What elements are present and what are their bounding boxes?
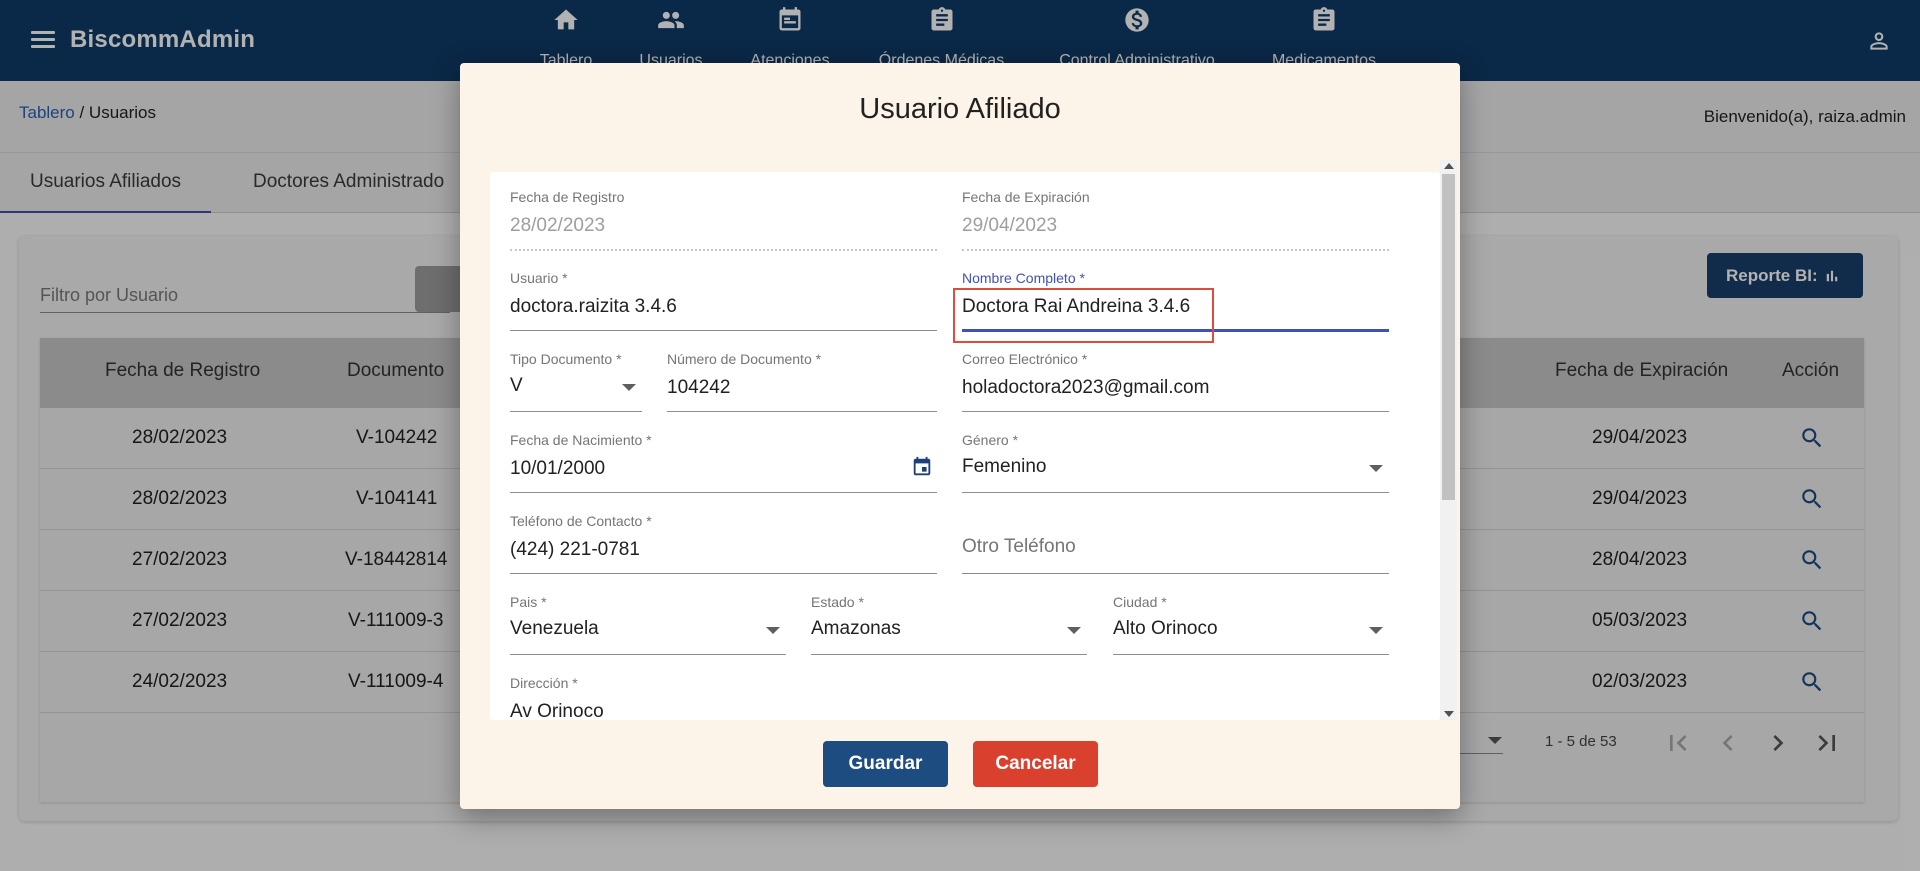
numero-documento-field: Número de Documento * <box>667 334 937 412</box>
field-label: Número de Documento * <box>667 351 822 367</box>
field-label: Dirección * <box>510 675 578 691</box>
usuario-input[interactable] <box>510 294 937 320</box>
otro-telefono-input[interactable] <box>962 534 1389 560</box>
field-label: Teléfono de Contacto * <box>510 513 652 529</box>
fecha-nacimiento-field: Fecha de Nacimiento * <box>510 415 937 493</box>
dialog-scrollbar[interactable] <box>1440 160 1457 720</box>
nombre-completo-input[interactable] <box>962 294 1389 320</box>
calendar-icon[interactable] <box>911 456 933 478</box>
correo-input[interactable] <box>962 375 1389 401</box>
field-label: Fecha de Expiración <box>962 189 1090 205</box>
otro-telefono-field <box>962 496 1389 574</box>
field-label: Correo Electrónico * <box>962 351 1088 367</box>
telefono-input[interactable] <box>510 537 937 563</box>
chevron-down-icon[interactable] <box>1369 465 1383 472</box>
field-label: Tipo Documento * <box>510 351 622 367</box>
nombre-completo-field: Nombre Completo * <box>962 253 1389 332</box>
fecha-nacimiento-input[interactable] <box>510 456 937 482</box>
ciudad-select[interactable]: Ciudad * Alto Orinoco <box>1113 577 1389 655</box>
scroll-up-icon[interactable] <box>1444 163 1454 169</box>
field-label: Ciudad * <box>1113 594 1167 610</box>
correo-field: Correo Electrónico * <box>962 334 1389 412</box>
fecha-expiracion-field: Fecha de Expiración <box>962 172 1389 251</box>
genero-value: Femenino <box>962 456 1047 477</box>
chevron-down-icon[interactable] <box>622 384 636 391</box>
chevron-down-icon[interactable] <box>766 627 780 634</box>
field-label: Fecha de Nacimiento * <box>510 432 652 448</box>
save-button[interactable]: Guardar <box>823 741 948 787</box>
field-label: Género * <box>962 432 1019 448</box>
scrollbar-thumb[interactable] <box>1442 174 1455 500</box>
field-label: Pais * <box>510 594 547 610</box>
tipo-documento-select[interactable]: Tipo Documento * V <box>510 334 642 412</box>
fecha-registro-field: Fecha de Registro <box>510 172 937 251</box>
field-label: Nombre Completo * <box>962 270 1085 286</box>
user-dialog: Usuario Afiliado Fecha de Registro Fecha… <box>460 63 1460 809</box>
field-label: Usuario * <box>510 270 568 286</box>
fecha-registro-input <box>510 213 937 239</box>
form-panel: Fecha de Registro Fecha de Expiración Us… <box>490 172 1440 720</box>
dialog-actions: Guardar Cancelar <box>460 741 1460 791</box>
direccion-field: Dirección * <box>510 658 1389 720</box>
genero-select[interactable]: Género * Femenino <box>962 415 1389 493</box>
chevron-down-icon[interactable] <box>1369 627 1383 634</box>
estado-value: Amazonas <box>811 618 901 639</box>
fecha-expiracion-input <box>962 213 1389 239</box>
direccion-input[interactable] <box>510 699 1389 720</box>
usuario-field: Usuario * <box>510 253 937 331</box>
numero-documento-input[interactable] <box>667 375 937 401</box>
field-label: Estado * <box>811 594 864 610</box>
field-label: Fecha de Registro <box>510 189 625 205</box>
scroll-down-icon[interactable] <box>1444 711 1454 717</box>
ciudad-value: Alto Orinoco <box>1113 618 1218 639</box>
dialog-title: Usuario Afiliado <box>859 93 1061 125</box>
pais-value: Venezuela <box>510 618 599 639</box>
cancel-button[interactable]: Cancelar <box>973 741 1098 787</box>
chevron-down-icon[interactable] <box>1067 627 1081 634</box>
estado-select[interactable]: Estado * Amazonas <box>811 577 1087 655</box>
telefono-field: Teléfono de Contacto * <box>510 496 937 574</box>
pais-select[interactable]: Pais * Venezuela <box>510 577 786 655</box>
